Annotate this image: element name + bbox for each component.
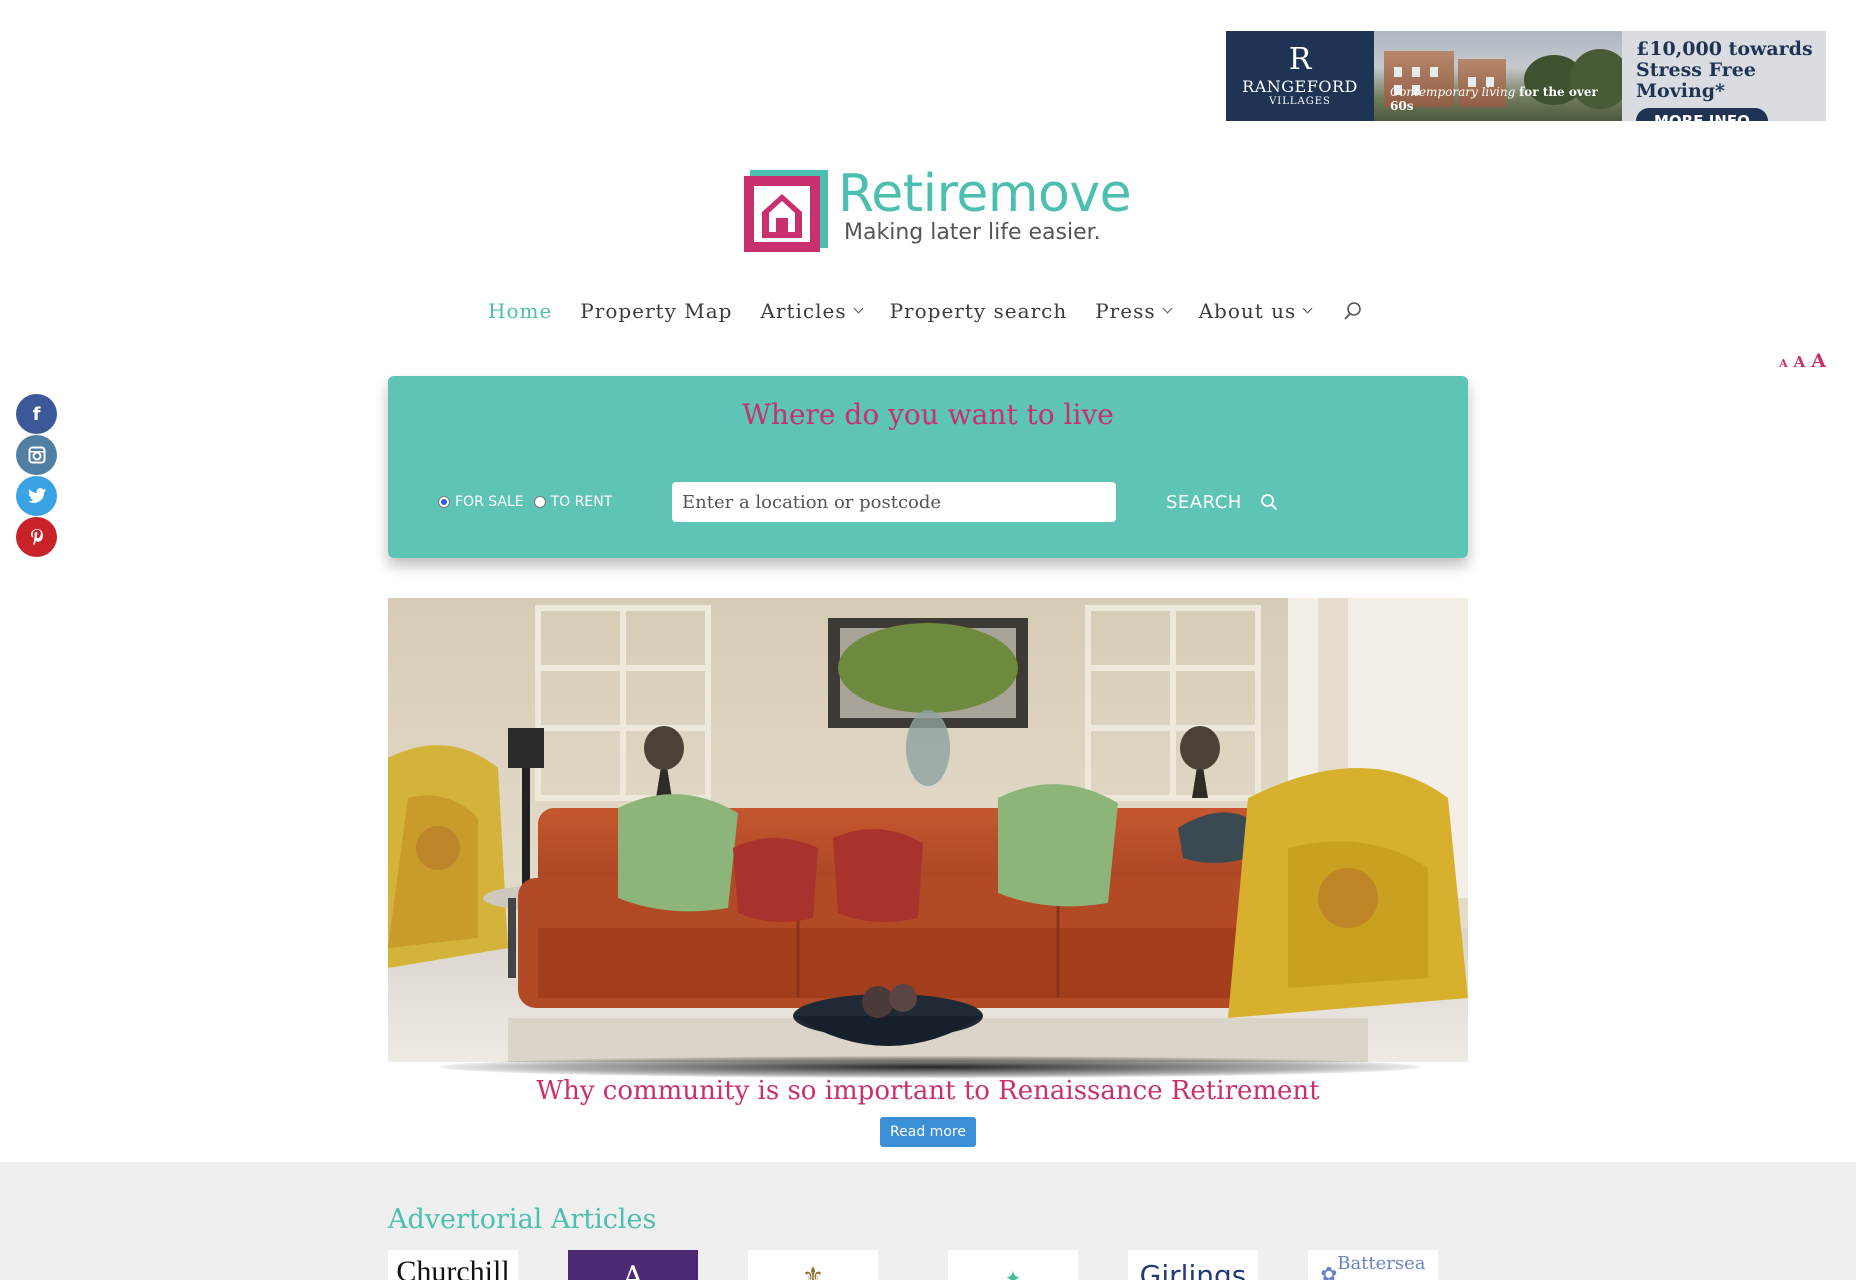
logo-tagline: Making later life easier. [844, 220, 1101, 245]
partner-battersea-label: Battersea [1337, 1253, 1426, 1274]
for-sale-label[interactable]: FOR SALE [455, 494, 524, 510]
social-share-bar: f [16, 394, 57, 557]
ad-caption: Contemporary living for the over 60s [1390, 85, 1598, 113]
ad-photo: Contemporary living for the over 60s [1374, 31, 1622, 121]
to-rent-radio[interactable] [533, 496, 546, 508]
font-size-small[interactable]: A [1779, 357, 1788, 370]
nav-property-map[interactable]: Property Map [580, 299, 732, 323]
ad-brand-sub: VILLAGES [1269, 96, 1331, 107]
font-size-large[interactable]: A [1811, 350, 1826, 372]
partner-girlings[interactable]: Girlings [1128, 1250, 1258, 1280]
site-logo[interactable]: Retiremove Making later life easier. [744, 164, 1132, 258]
partner-girlings-label: Girlings [1139, 1259, 1247, 1280]
page: R RANGEFORD VILLAGES Contemporary living… [0, 0, 1856, 1280]
partner-a[interactable]: A [568, 1250, 698, 1280]
search-button[interactable]: SEARCH [1166, 486, 1278, 518]
for-sale-radio[interactable] [438, 496, 450, 508]
partner-battersea[interactable]: ✿ Battersea [1308, 1250, 1438, 1280]
chevron-down-icon [853, 303, 864, 314]
flower-icon: ✿ [1320, 1262, 1338, 1280]
property-search-panel: Where do you want to live FOR SALE TO RE… [388, 376, 1468, 558]
ad-banner[interactable]: R RANGEFORD VILLAGES Contemporary living… [1226, 31, 1826, 121]
nav-property-search[interactable]: Property search [890, 299, 1068, 323]
partner-fleur-de-lis[interactable]: ⚜ [748, 1250, 878, 1280]
location-placeholder: Enter a location or postcode [682, 491, 942, 513]
search-icon [1260, 494, 1278, 511]
logo-title: Retiremove [838, 164, 1132, 224]
nav-press[interactable]: Press [1095, 299, 1173, 323]
main-nav: Home Property Map Articles Property sear… [488, 296, 1363, 326]
nav-articles[interactable]: Articles [760, 299, 864, 323]
house-logo-icon [744, 170, 828, 252]
location-search-input[interactable]: Enter a location or postcode [672, 482, 1116, 522]
ad-headline-2: Stress Free Moving* [1636, 59, 1756, 102]
search-icon[interactable] [1343, 301, 1363, 321]
to-rent-label[interactable]: TO RENT [551, 494, 613, 510]
search-panel-title: Where do you want to live [742, 398, 1114, 431]
pinterest-icon[interactable] [16, 517, 57, 557]
butterfly-icon: ✦ [1004, 1266, 1022, 1280]
facebook-icon[interactable]: f [16, 394, 57, 434]
nav-about-us[interactable]: About us [1199, 299, 1313, 323]
hero-shadow [440, 1056, 1420, 1078]
ad-more-info-button[interactable]: MORE INFO [1636, 108, 1768, 121]
ad-brand-name: RANGEFORD [1242, 77, 1358, 96]
chevron-down-icon [1302, 303, 1313, 314]
nav-home[interactable]: Home [488, 299, 552, 323]
ad-brand-logo: R RANGEFORD VILLAGES [1226, 31, 1374, 121]
fleur-de-lis-icon: ⚜ [802, 1262, 824, 1280]
font-size-controls: A A A [1779, 350, 1826, 372]
ad-brand-letter: R [1288, 42, 1312, 77]
font-size-medium[interactable]: A [1794, 353, 1806, 371]
chevron-down-icon [1162, 303, 1173, 314]
instagram-icon[interactable] [16, 435, 57, 475]
hero-article-title[interactable]: Why community is so important to Renaiss… [388, 1076, 1468, 1106]
partner-a-label: A [622, 1260, 644, 1280]
partner-churchill[interactable]: Churchill [388, 1250, 518, 1280]
listing-type-radios: FOR SALE TO RENT [438, 494, 622, 510]
search-button-label: SEARCH [1166, 491, 1242, 513]
twitter-icon[interactable] [16, 476, 57, 516]
ad-headline-1: £10,000 towards [1636, 38, 1813, 60]
hero-image[interactable] [388, 598, 1468, 1062]
partner-churchill-label: Churchill [396, 1255, 510, 1280]
advertorial-title: Advertorial Articles [388, 1204, 657, 1235]
partner-butterfly[interactable]: ✦ [948, 1250, 1078, 1280]
ad-text: £10,000 towards Stress Free Moving* MORE… [1622, 31, 1826, 121]
read-more-button[interactable]: Read more [880, 1117, 976, 1147]
advertorial-section: Advertorial Articles Churchill A ⚜ ✦ Gir… [0, 1162, 1856, 1280]
